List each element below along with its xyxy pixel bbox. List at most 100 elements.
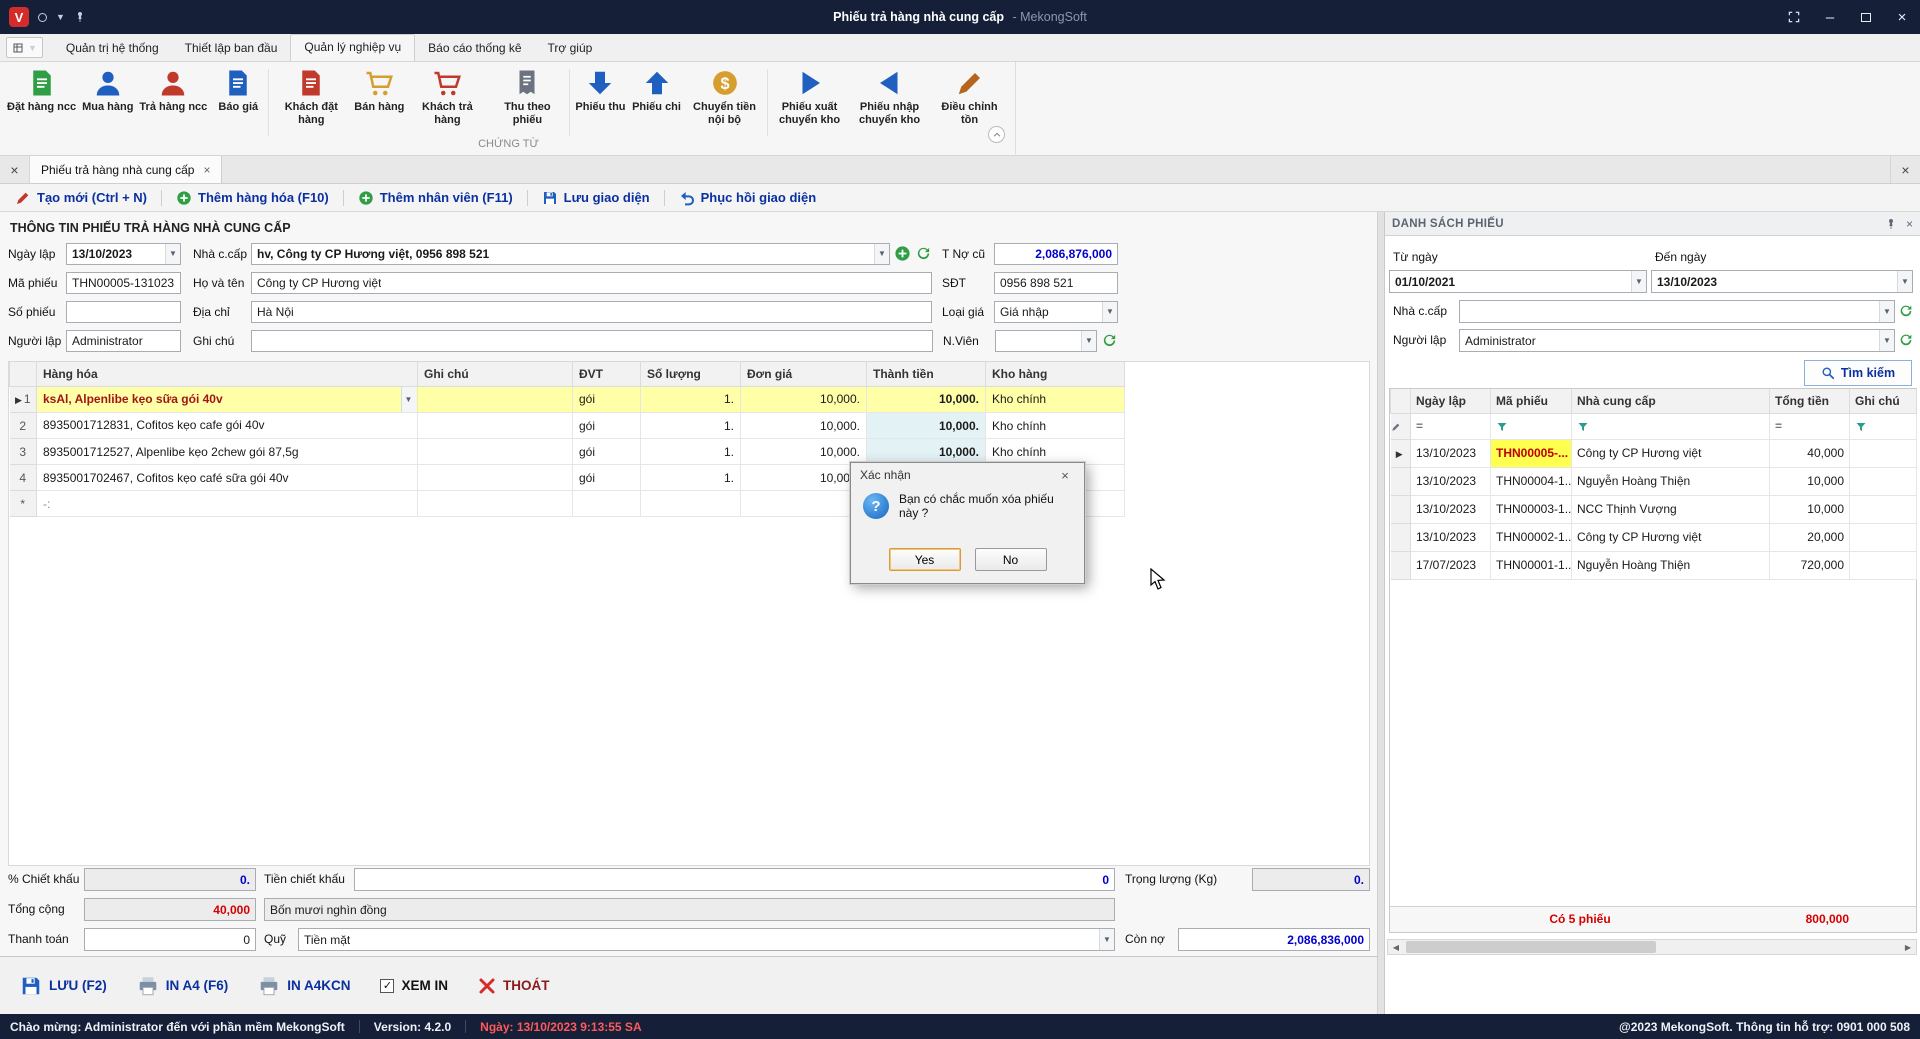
cell-hang-hoa[interactable]: 8935001702467, Cofitos kẹo café sữa gói …	[37, 465, 418, 491]
new-row-cell[interactable]	[418, 491, 573, 517]
cell-don-gia[interactable]: 10,000.	[741, 386, 867, 413]
ma-phieu-input[interactable]: THN00005-131023	[66, 272, 181, 294]
col-dvt[interactable]: ĐVT	[573, 362, 641, 386]
cell-dvt[interactable]: gói	[573, 413, 641, 439]
refresh-creator-filter-icon[interactable]	[1898, 332, 1914, 348]
window-menu-button[interactable]: ▼	[6, 37, 43, 58]
scroll-left-icon[interactable]: ◀	[1388, 940, 1404, 954]
ribbon-btn-phieu-nhap-chuyen-kho[interactable]: Phiếu nhập chuyển kho	[850, 67, 930, 128]
col-ngay-lap[interactable]: Ngày lập	[1411, 389, 1491, 413]
col-tong-tien[interactable]: Tổng tiền	[1770, 389, 1850, 413]
filter-cell-code[interactable]	[1491, 413, 1572, 439]
filter-edit-cell[interactable]	[1391, 413, 1411, 439]
tu-ngay-input[interactable]: 01/10/2021 ▼	[1389, 270, 1647, 293]
cell-total[interactable]: 20,000	[1770, 523, 1850, 551]
ribbon-btn-phieu-xuat-chuyen-kho[interactable]: Phiếu xuất chuyển kho	[770, 67, 850, 128]
cell-total[interactable]: 10,000	[1770, 467, 1850, 495]
cell-total[interactable]: 10,000	[1770, 495, 1850, 523]
pin-icon[interactable]	[74, 11, 86, 23]
cell-note[interactable]	[1850, 551, 1917, 579]
fullscreen-button[interactable]	[1776, 0, 1812, 34]
refresh-employee-icon[interactable]	[1101, 332, 1118, 349]
col-thanh-tien[interactable]: Thành tiền	[867, 362, 986, 386]
dialog-titlebar[interactable]: Xác nhận ×	[851, 463, 1084, 487]
cell-dvt[interactable]: gói	[573, 386, 641, 413]
nguoi-lap-input[interactable]: Administrator	[66, 330, 181, 352]
new-row-cell[interactable]: -:	[37, 491, 418, 517]
tab-close-icon[interactable]: ×	[203, 163, 210, 177]
col-so-luong[interactable]: Số lượng	[641, 362, 741, 386]
cell-date[interactable]: 13/10/2023	[1411, 495, 1491, 523]
no-button[interactable]: No	[975, 548, 1047, 571]
menu-tab-bao-cao-thong-ke[interactable]: Báo cáo thống kê	[415, 36, 534, 61]
cell-code[interactable]: THN00001-1...	[1491, 551, 1572, 579]
search-button[interactable]: Tìm kiếm	[1804, 360, 1912, 386]
ribbon-btn-dieu-chinh-ton[interactable]: Điều chỉnh tồn	[930, 67, 1010, 128]
new-row-cell[interactable]	[741, 491, 867, 517]
receipt-row[interactable]: 13/10/2023 THN00003-1... NCC Thịnh Vượng…	[1391, 495, 1917, 523]
menu-tab-tro-giup[interactable]: Trợ giúp	[535, 36, 606, 61]
cell-hang-hoa[interactable]: 8935001712527, Alpenlibe kẹo 2chew gói 8…	[37, 439, 418, 465]
cell-note[interactable]	[1850, 439, 1917, 467]
col-nha-cung-cap[interactable]: Nhà cung cấp	[1572, 389, 1770, 413]
cell-code[interactable]: THN00005-...	[1491, 439, 1572, 467]
cell-supplier[interactable]: Công ty CP Hương việt	[1572, 439, 1770, 467]
new-row-cell[interactable]	[573, 491, 641, 517]
dropdown-arrow-icon[interactable]: ▼	[1099, 929, 1114, 950]
ribbon-btn-phieu-chi[interactable]: Phiếu chi	[629, 67, 685, 115]
col-ghi-chu[interactable]: Ghi chú	[1850, 389, 1917, 413]
menu-tab-quan-ly-nghiep-vu[interactable]: Quản lý nghiệp vụ	[290, 34, 415, 61]
ribbon-btn-ban-hang[interactable]: Bán hàng	[351, 67, 407, 115]
cell-code[interactable]: THN00004-1...	[1491, 467, 1572, 495]
cell-date[interactable]: 13/10/2023	[1411, 523, 1491, 551]
ngay-lap-input[interactable]: 13/10/2023 ▼	[66, 243, 181, 265]
save-button[interactable]: LƯU (F2)	[10, 969, 117, 1003]
filter-cell-total[interactable]: =	[1770, 413, 1850, 439]
ribbon-btn-mua-hang[interactable]: Mua hàng	[79, 67, 136, 115]
close-all-tabs-button[interactable]: ×	[0, 156, 30, 183]
cell-kho-hang[interactable]: Kho chính	[986, 439, 1125, 465]
cell-supplier[interactable]: NCC Thịnh Vượng	[1572, 495, 1770, 523]
item-row-selected[interactable]: ▶1 ksAl, Alpenlibe kẹo sữa gói 40v▼ gói …	[10, 386, 1125, 413]
refresh-supplier-icon[interactable]	[915, 245, 932, 262]
cell-supplier[interactable]: Nguyễn Hoàng Thiện	[1572, 467, 1770, 495]
cell-code[interactable]: THN00002-1...	[1491, 523, 1572, 551]
ribbon-collapse-button[interactable]	[988, 126, 1005, 143]
chiet-khau-input[interactable]: 0.	[84, 868, 256, 891]
dropdown-arrow-icon[interactable]: ▼	[1897, 271, 1912, 292]
cell-hang-hoa[interactable]: 8935001712831, Cofitos kẹo cafe gói 40v	[37, 413, 418, 439]
loai-gia-combo[interactable]: Giá nhập ▼	[994, 301, 1118, 323]
cell-date[interactable]: 13/10/2023	[1411, 467, 1491, 495]
cell-hang-hoa[interactable]: ksAl, Alpenlibe kẹo sữa gói 40v▼	[37, 387, 418, 413]
quick-access-caret-icon[interactable]: ▼	[56, 12, 65, 22]
cell-so-luong[interactable]: 1.	[641, 439, 741, 465]
den-ngay-input[interactable]: 13/10/2023 ▼	[1651, 270, 1913, 293]
cell-code[interactable]: THN00003-1...	[1491, 495, 1572, 523]
cell-note[interactable]	[1850, 467, 1917, 495]
ribbon-btn-thu-theo-phieu[interactable]: Thu theo phiếu	[487, 67, 567, 128]
dropdown-arrow-icon[interactable]: ▼	[874, 244, 889, 264]
ribbon-btn-dat-hang-ncc[interactable]: Đặt hàng ncc	[4, 67, 79, 115]
dialog-close-icon[interactable]: ×	[1055, 468, 1075, 483]
dropdown-arrow-icon[interactable]: ▼	[165, 244, 180, 264]
pin-icon[interactable]	[1885, 218, 1897, 230]
thanh-toan-input[interactable]: 0	[84, 928, 256, 951]
cell-date[interactable]: 17/07/2023	[1411, 551, 1491, 579]
horizontal-scrollbar[interactable]: ◀ ▶	[1387, 939, 1917, 955]
restore-layout-button[interactable]: Phục hồi giao diện	[674, 188, 822, 208]
scrollbar-thumb[interactable]	[1406, 941, 1656, 953]
filter-cell-note[interactable]	[1850, 413, 1917, 439]
cell-date[interactable]: 13/10/2023	[1411, 439, 1491, 467]
nha-cung-cap-filter-combo[interactable]: ▼	[1459, 300, 1895, 323]
ribbon-btn-tra-hang-ncc[interactable]: Trả hàng ncc	[136, 67, 210, 115]
dropdown-arrow-icon[interactable]: ▼	[1879, 330, 1894, 351]
col-ma-phieu[interactable]: Mã phiếu	[1491, 389, 1572, 413]
nha-cung-cap-combo[interactable]: hv, Công ty CP Hương việt, 0956 898 521 …	[251, 243, 890, 265]
scroll-right-icon[interactable]: ▶	[1900, 940, 1916, 954]
quy-combo[interactable]: Tiền mặt ▼	[298, 928, 1115, 951]
cell-so-luong[interactable]: 1.	[641, 386, 741, 413]
cell-so-luong[interactable]: 1.	[641, 465, 741, 491]
filter-cell-date[interactable]: =	[1411, 413, 1491, 439]
print-a4kcn-button[interactable]: IN A4KCN	[248, 969, 360, 1003]
cell-thanh-tien[interactable]: 10,000.	[867, 439, 986, 465]
